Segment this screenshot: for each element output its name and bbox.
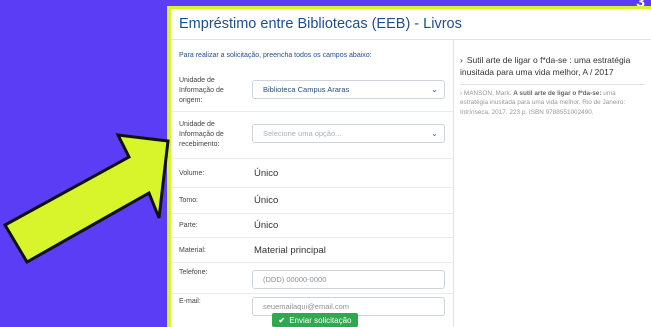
receiving-row: Unidade de Informação de recebimento: Se… xyxy=(179,120,445,150)
chevron-down-icon: ⌄ xyxy=(431,85,438,94)
divider xyxy=(171,158,453,159)
page-title: Empréstimo entre Bibliotecas (EEB) - Liv… xyxy=(171,9,651,40)
tomo-value: Único xyxy=(254,195,279,206)
reference-title: A sutil arte de ligar o f*da-se: xyxy=(513,90,602,97)
divider xyxy=(171,237,453,238)
submit-label: Enviar solicitação xyxy=(289,315,352,325)
parte-row: Parte: Único xyxy=(179,220,445,231)
request-form: Para realizar a solicitação, preencha to… xyxy=(171,40,454,327)
material-row: Material: Material principal xyxy=(179,245,445,256)
chevron-right-icon: › xyxy=(460,55,463,65)
submit-button[interactable]: ✔ Enviar solicitação xyxy=(272,313,358,327)
tomo-row: Tomo: Único xyxy=(179,195,445,206)
divider xyxy=(171,262,453,263)
origin-select-value: Biblioteca Campus Araras xyxy=(263,85,350,94)
divider xyxy=(171,187,453,188)
form-instruction: Para realizar a solicitação, preencha to… xyxy=(179,52,372,59)
book-title-text: Sutil arte de ligar o f*da-se : uma estr… xyxy=(460,55,631,77)
receiving-select[interactable]: Selecione uma opção... ⌄ xyxy=(252,124,445,143)
parte-value: Único xyxy=(254,220,279,231)
book-details: › Sutil arte de ligar o f*da-se : uma est… xyxy=(460,54,645,117)
chevron-down-icon: ⌄ xyxy=(431,129,438,138)
volume-value: Único xyxy=(254,168,279,179)
telefone-row: Telefone: (DDD) 00000-0000 xyxy=(179,268,445,289)
divider xyxy=(171,293,453,294)
volume-row: Volume: Único xyxy=(179,168,445,179)
receiving-select-placeholder: Selecione uma opção... xyxy=(263,129,342,138)
material-value: Material principal xyxy=(254,245,326,256)
divider xyxy=(171,111,453,112)
book-title: › Sutil arte de ligar o f*da-se : uma est… xyxy=(460,54,645,78)
book-reference: › MANSON, Mark. A sutil arte de ligar o … xyxy=(460,89,645,117)
arrow-icon xyxy=(2,133,170,265)
origin-select[interactable]: Biblioteca Campus Araras ⌄ xyxy=(252,80,445,99)
email-row: E-mail: seuemailaqui@email.com xyxy=(179,297,445,316)
phone-input[interactable]: (DDD) 00000-0000 xyxy=(252,270,445,289)
loan-panel: Empréstimo entre Bibliotecas (EEB) - Liv… xyxy=(167,6,651,327)
reference-author: MANSON, Mark. xyxy=(463,90,514,97)
check-icon: ✔ xyxy=(278,315,286,325)
origin-row: Unidade de Informação de origem: Bibliot… xyxy=(179,76,445,106)
divider xyxy=(460,84,645,85)
divider xyxy=(171,213,453,214)
